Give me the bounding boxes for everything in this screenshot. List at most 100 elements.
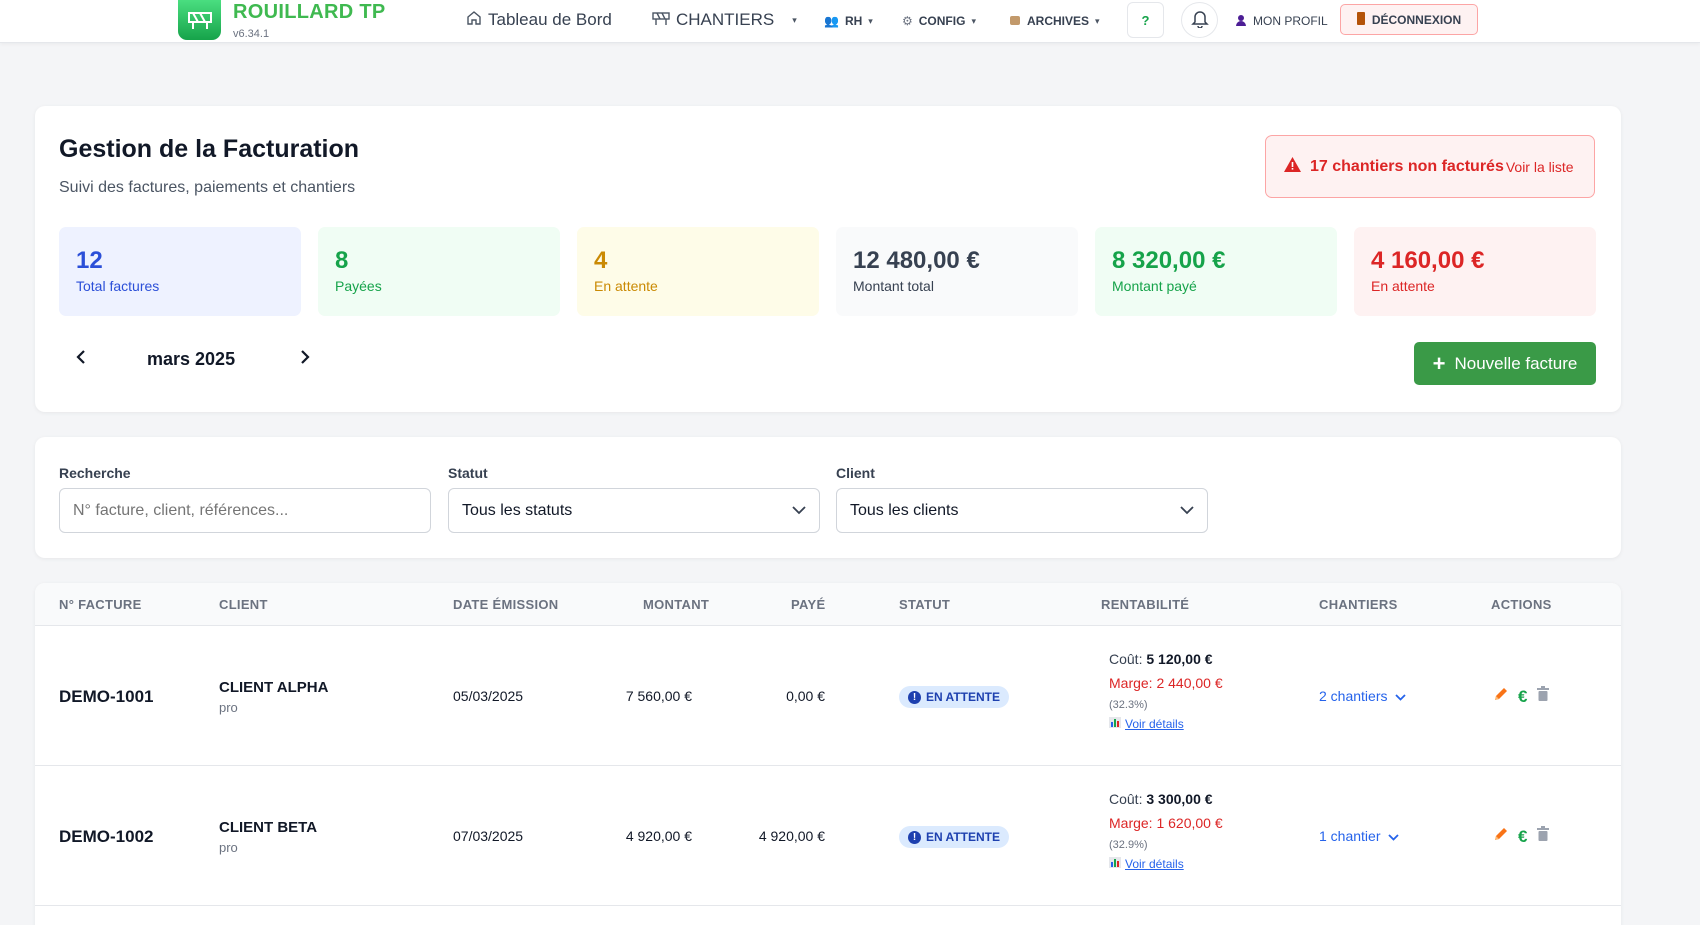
status-select-value: Tous les statuts — [462, 501, 573, 519]
column-header[interactable]: CHANTIERS — [1319, 597, 1398, 612]
user-icon — [1235, 14, 1247, 29]
stat-label: En attente — [594, 278, 658, 294]
column-header[interactable]: ACTIONS — [1491, 597, 1552, 612]
paid-amount: 4 920,00 € — [758, 828, 825, 844]
chevron-right-icon — [299, 349, 311, 370]
new-invoice-label: Nouvelle facture — [1454, 353, 1578, 373]
help-button[interactable]: ? — [1127, 2, 1164, 38]
home-icon — [466, 10, 482, 31]
details-label: Voir détails — [1125, 717, 1184, 731]
stat-label: Montant payé — [1112, 278, 1197, 294]
page-title: Gestion de la Facturation — [59, 135, 360, 163]
see-list-link[interactable]: Voir la liste — [1506, 159, 1574, 175]
search-input[interactable] — [59, 488, 431, 533]
trash-icon[interactable] — [1536, 686, 1550, 707]
notifications-button[interactable] — [1181, 2, 1218, 38]
sites-toggle[interactable]: 1 chantier — [1319, 828, 1400, 844]
bell-icon — [1190, 8, 1209, 33]
nav-rh[interactable]: 👥 RH ▾ — [824, 8, 873, 34]
unbilled-alert: 17 chantiers non facturés Voir la liste — [1265, 135, 1595, 198]
column-header[interactable]: DATE ÉMISSION — [453, 597, 559, 612]
stat-pending-amount: 4 160,00 € En attente — [1354, 227, 1596, 316]
nav-profile[interactable]: MON PROFIL — [1235, 8, 1328, 34]
table-row[interactable]: DEMO-1001 CLIENT ALPHA pro 05/03/2025 7 … — [35, 626, 1621, 766]
client-select[interactable]: Tous les clients — [836, 488, 1208, 533]
nav-chantiers[interactable]: CHANTIERS ▾ — [652, 7, 797, 33]
new-invoice-button[interactable]: + Nouvelle facture — [1414, 342, 1596, 385]
chevron-left-icon — [75, 349, 87, 370]
nav-archives-label: ARCHIVES — [1027, 14, 1090, 28]
cost-value: 5 120,00 € — [1146, 651, 1213, 667]
client-label: Client — [836, 465, 875, 481]
filters-card: Recherche Statut Tous les statuts Client… — [35, 437, 1621, 558]
nav-config[interactable]: ⚙ CONFIG ▾ — [902, 8, 976, 34]
info-icon: ! — [908, 830, 921, 844]
cost-label: Coût: — [1109, 651, 1143, 667]
stat-total-invoices: 12 Total factures — [59, 227, 301, 316]
info-icon: ! — [908, 690, 921, 704]
pencil-icon[interactable] — [1493, 826, 1509, 847]
invoice-number[interactable]: DEMO-1001 — [59, 687, 153, 707]
margin-percent: (32.3%) — [1109, 699, 1148, 711]
details-label: Voir détails — [1125, 857, 1184, 871]
status-text: EN ATTENTE — [926, 690, 1000, 704]
plus-icon: + — [1432, 350, 1446, 376]
bar-chart-icon — [1109, 717, 1121, 731]
invoice-number[interactable]: DEMO-1002 — [59, 827, 153, 847]
cost-line: Coût: 3 300,00 € — [1109, 791, 1213, 807]
column-header[interactable]: STATUT — [899, 597, 950, 612]
stat-value: 12 — [76, 247, 103, 274]
client-type: pro — [219, 700, 238, 715]
next-month-button[interactable] — [293, 347, 317, 371]
pencil-icon[interactable] — [1493, 686, 1509, 707]
client-name: CLIENT BETA — [219, 819, 318, 836]
status-select[interactable]: Tous les statuts — [448, 488, 820, 533]
logout-label: DÉCONNEXION — [1371, 12, 1462, 27]
stat-label: Payées — [335, 278, 382, 294]
margin-percent: (32.9%) — [1109, 839, 1148, 851]
issue-date: 07/03/2025 — [453, 828, 524, 844]
amount: 7 560,00 € — [625, 688, 692, 704]
cost-label: Coût: — [1109, 791, 1143, 807]
row-actions: € — [1493, 686, 1550, 707]
row-actions: € — [1493, 826, 1550, 847]
stat-value: 4 — [594, 247, 608, 274]
archive-box-icon — [1009, 14, 1021, 29]
table-header: N° FACTURE CLIENT DATE ÉMISSION MONTANT … — [35, 583, 1621, 626]
trash-icon[interactable] — [1536, 826, 1550, 847]
stat-value: 12 480,00 € — [853, 247, 980, 274]
table-row[interactable]: DEMO-1002 CLIENT BETA pro 07/03/2025 4 9… — [35, 766, 1621, 906]
details-link[interactable]: Voir détails — [1109, 857, 1184, 871]
previous-month-button[interactable] — [69, 347, 93, 371]
chevron-down-icon — [1395, 688, 1407, 704]
chevron-down-icon — [1180, 502, 1194, 520]
page-subtitle: Suivi des factures, paiements et chantie… — [59, 179, 356, 196]
invoices-table: N° FACTURE CLIENT DATE ÉMISSION MONTANT … — [35, 583, 1621, 925]
amount: 4 920,00 € — [625, 828, 692, 844]
column-header[interactable]: PAYÉ — [791, 597, 825, 612]
nav-archives[interactable]: ARCHIVES ▾ — [1009, 8, 1100, 34]
column-header[interactable]: MONTANT — [643, 597, 709, 612]
gear-icon: ⚙ — [902, 14, 913, 28]
stat-pending: 4 En attente — [577, 227, 819, 316]
euro-icon[interactable]: € — [1518, 687, 1527, 707]
logo-icon[interactable] — [178, 0, 221, 40]
chevron-down-icon — [1388, 828, 1400, 844]
margin-value: Marge: 2 440,00 € — [1109, 675, 1223, 691]
column-header[interactable]: CLIENT — [219, 597, 268, 612]
logout-button[interactable]: DÉCONNEXION — [1340, 4, 1478, 35]
nav-dashboard[interactable]: Tableau de Bord — [466, 7, 612, 33]
brand-name[interactable]: ROUILLARD TP — [233, 1, 385, 24]
cost-value: 3 300,00 € — [1146, 791, 1213, 807]
details-link[interactable]: Voir détails — [1109, 717, 1184, 731]
issue-date: 05/03/2025 — [453, 688, 524, 704]
status-label: Statut — [448, 465, 488, 481]
euro-icon[interactable]: € — [1518, 827, 1527, 847]
column-header[interactable]: RENTABILITÉ — [1101, 597, 1189, 612]
search-label: Recherche — [59, 465, 131, 481]
column-header[interactable]: N° FACTURE — [59, 597, 142, 612]
sites-toggle[interactable]: 2 chantiers — [1319, 688, 1407, 704]
nav-rh-label: RH — [844, 14, 863, 28]
nav-chantiers-label: CHANTIERS — [676, 10, 775, 29]
stat-label: Total factures — [76, 278, 160, 294]
